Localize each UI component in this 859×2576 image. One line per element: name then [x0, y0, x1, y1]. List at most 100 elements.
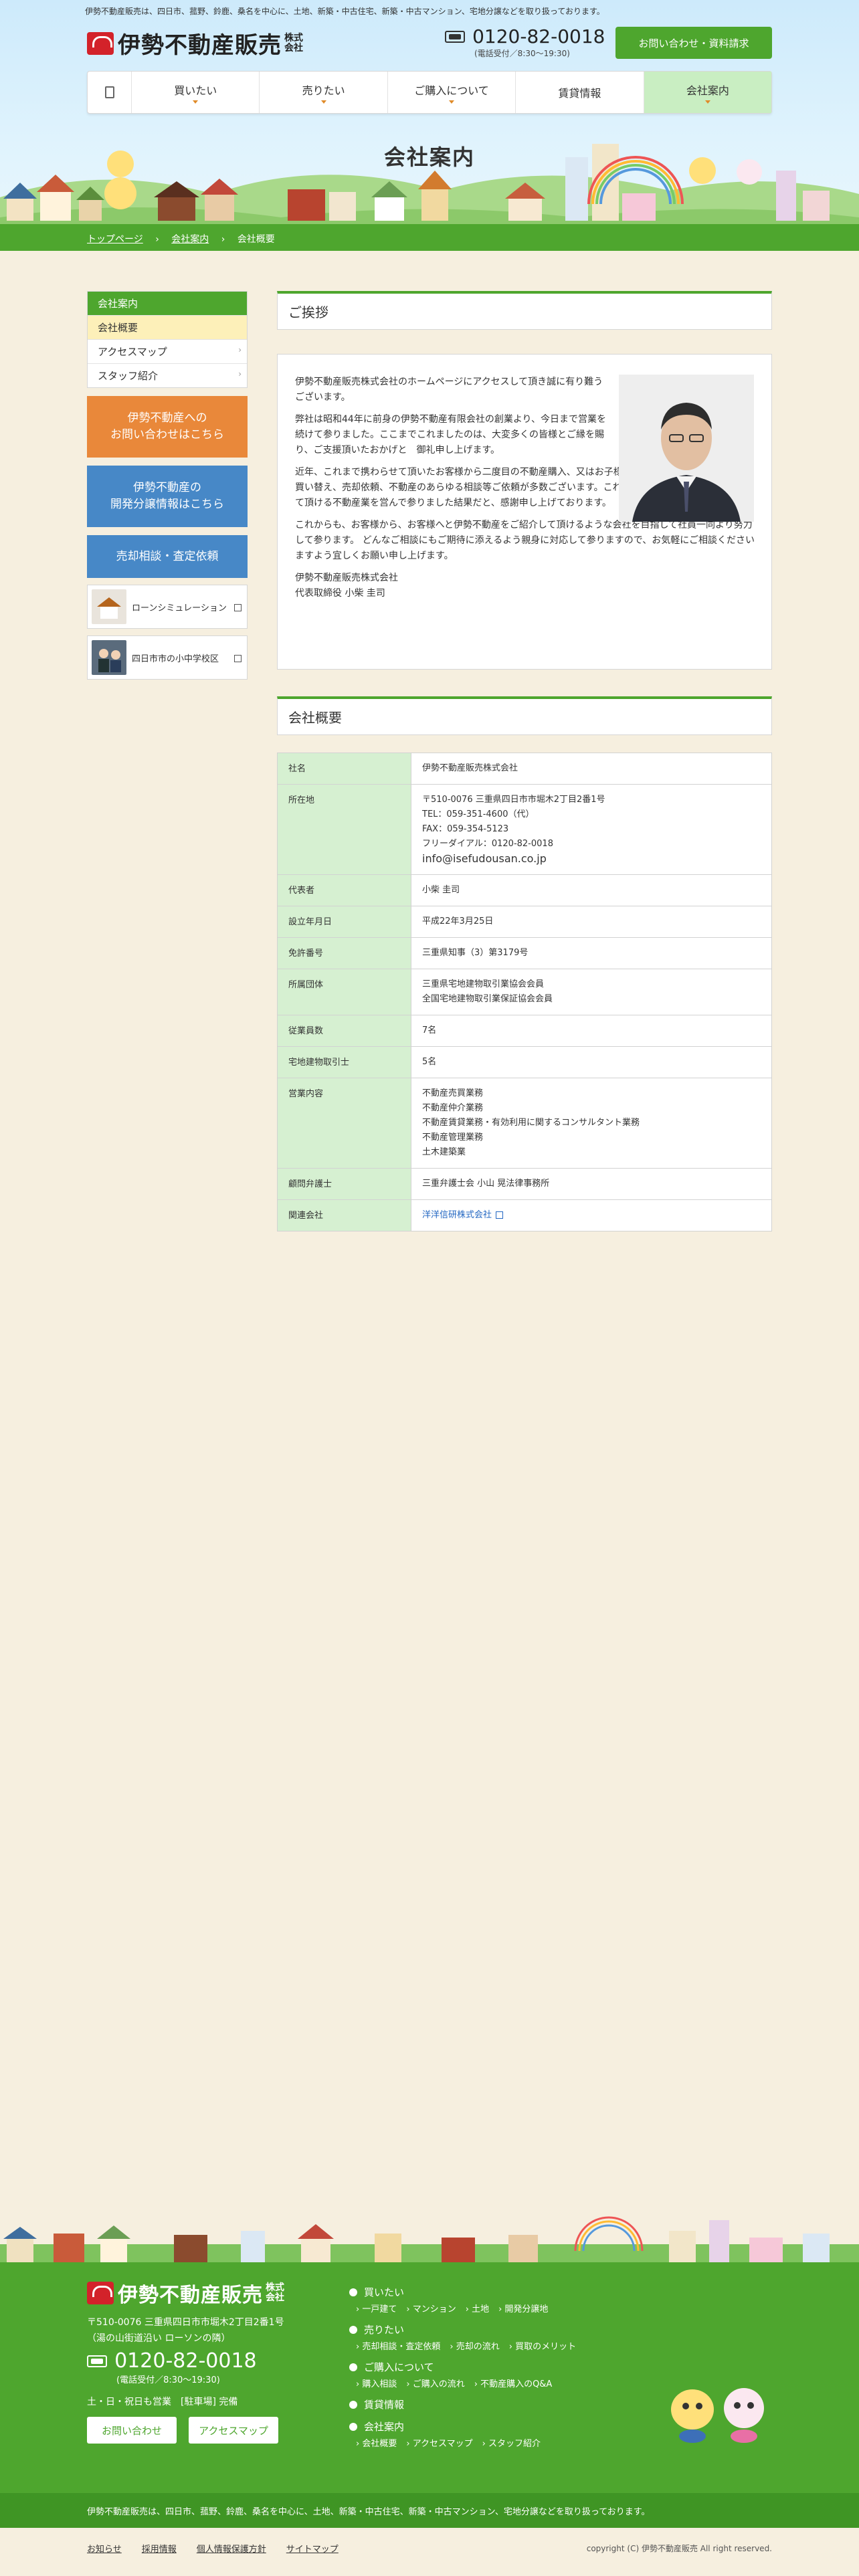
site-logo[interactable]: 伊勢不動産販売 株式会社	[87, 27, 304, 60]
copyright: copyright (C) 伊勢不動産販売 All right reserved…	[586, 2544, 772, 2553]
footer-nav-sub-link[interactable]: 会社概要	[356, 2436, 397, 2449]
footer-nav-head[interactable]: 売りたい	[349, 2322, 630, 2337]
footer-nav-sub-link[interactable]: 買取のメリット	[509, 2339, 576, 2352]
profile-value: 平成22年3月25日	[411, 906, 772, 938]
footer-nav-head[interactable]: 買いたい	[349, 2285, 630, 2299]
footer-access-button[interactable]: アクセスマップ	[189, 2417, 278, 2444]
tel-number: 0120-82-0018	[472, 25, 605, 47]
profile-value-line: 三重弁護士会 小山 晃法律事務所	[422, 1179, 550, 1189]
house-thumbnail-icon	[92, 589, 126, 624]
profile-value-line: フリーダイアル：0120-82-0018	[422, 839, 553, 849]
footer-logo-kabushiki: 株式会社	[266, 2282, 284, 2303]
breadcrumb-link-top[interactable]: トップページ	[87, 234, 143, 245]
profile-value-line: 不動産仲介業務	[422, 1103, 484, 1113]
footer-link-privacy[interactable]: 個人情報保護方針	[197, 2542, 266, 2555]
footer-nav-sub-link[interactable]: マンション	[406, 2302, 456, 2314]
profile-value-line: 小柴 圭司	[422, 885, 460, 895]
profile-row: 顧問弁護士 三重弁護士会 小山 晃法律事務所	[277, 1168, 772, 1200]
footer-nav-sub-link[interactable]: 不動産購入のQ&A	[474, 2377, 552, 2389]
profile-value: 不動産売買業務 不動産仲介業務不動産賃貸業務・有効利用に関するコンサルタント業務不…	[411, 1078, 772, 1169]
nav-sell[interactable]: 売りたい	[260, 72, 388, 113]
footer-address-line: 〒510-0076 三重県四日市市堀木2丁目2番1号	[87, 2317, 284, 2328]
profile-value-line: 不動産売買業務	[422, 1088, 484, 1098]
external-link-icon	[234, 655, 242, 662]
footer-contact-button[interactable]: お問い合わせ	[87, 2417, 177, 2444]
profile-label: 宅地建物取引士	[277, 1046, 411, 1078]
nav-buy[interactable]: 買いたい	[132, 72, 260, 113]
side-item-staff[interactable]: スタッフ紹介 ›	[88, 363, 247, 387]
nav-label: 賃貸情報	[558, 87, 601, 100]
related-company-link[interactable]: 洋洋信研株式会社	[422, 1210, 492, 1220]
profile-row: 従業員数 7名	[277, 1015, 772, 1047]
footer-nav-sub-link[interactable]: アクセスマップ	[406, 2436, 473, 2449]
president-photo	[619, 375, 754, 522]
side-item-access[interactable]: アクセスマップ ›	[88, 339, 247, 363]
profile-value: 三重県宅地建物取引業協会会員 全国宅地建物取引業保証協会会員	[411, 969, 772, 1015]
caret-down-icon	[449, 100, 455, 104]
nav-rental[interactable]: 賃貸情報	[516, 72, 644, 113]
profile-value: 三重県知事（3）第3179号	[411, 937, 772, 969]
site-header: 伊勢不動産販売は、四日市、菰野、鈴鹿、桑名を中心に、土地、新築・中古住宅、新築・…	[0, 0, 859, 251]
footer-bottom-bar: 伊勢不動産販売は、四日市、菰野、鈴鹿、桑名を中心に、土地、新築・中古住宅、新築・…	[0, 2493, 859, 2528]
footer-link-recruit[interactable]: 採用情報	[142, 2542, 177, 2555]
header-tel[interactable]: 0120-82-0018 (電話受付／8:30〜19:30)	[445, 25, 605, 59]
side-menu-head[interactable]: 会社案内	[88, 292, 247, 315]
nav-home[interactable]	[88, 72, 132, 113]
side-item-label: 会社概要	[98, 322, 138, 334]
banner-line: 伊勢不動産の	[133, 481, 201, 494]
footer-nav-sub-link[interactable]: ご購入の流れ	[406, 2377, 465, 2389]
caret-down-icon	[704, 100, 710, 104]
profile-value: 三重弁護士会 小山 晃法律事務所	[411, 1168, 772, 1200]
footer-nav-sub-link[interactable]: 一戸建て	[356, 2302, 397, 2314]
footer-nav-sub-link[interactable]: 売却の流れ	[450, 2339, 500, 2352]
footer-nav-head[interactable]: 賃貸情報	[349, 2397, 630, 2411]
profile-value-line: 不動産賃貸業務・有効利用に関するコンサルタント業務	[422, 1118, 640, 1128]
profile-row: 所在地 〒510-0076 三重県四日市市堀木2丁目2番1号 TEL：059-351…	[277, 784, 772, 875]
profile-label: 従業員数	[277, 1015, 411, 1047]
caret-down-icon	[193, 100, 199, 104]
footer-nav-sub-link[interactable]: 開発分譲地	[498, 2302, 548, 2314]
assessment-banner[interactable]: 売却相談・査定依頼	[87, 535, 248, 578]
site-footer: 伊勢不動産販売 株式会社 〒510-0076 三重県四日市市堀木2丁目2番1号 …	[0, 2262, 859, 2493]
profile-value-line: 不動産管理業務	[422, 1132, 484, 1143]
footer-nav-head-label: 買いたい	[364, 2286, 405, 2298]
footer-logo[interactable]: 伊勢不動産販売 株式会社	[87, 2278, 286, 2308]
footer-logo-text: 伊勢不動産販売	[118, 2284, 263, 2307]
footer-nav-sub-link[interactable]: 売却相談・査定依頼	[356, 2339, 440, 2352]
school-district-banner[interactable]: 四日市市の小中学校区	[87, 635, 248, 680]
footer-nav-sub-link[interactable]: スタッフ紹介	[482, 2436, 541, 2449]
profile-label: 免許番号	[277, 937, 411, 969]
side-item-overview[interactable]: 会社概要	[88, 315, 247, 339]
breadcrumb-link-company[interactable]: 会社案内	[171, 234, 209, 245]
development-banner[interactable]: 伊勢不動産の 開発分譲情報はこちら	[87, 466, 248, 527]
footer-tel-number: 0120-82-0018	[114, 2349, 257, 2373]
contact-banner[interactable]: 伊勢不動産への お問い合わせはこちら	[87, 396, 248, 458]
footer-address: 〒510-0076 三重県四日市市堀木2丁目2番1号 （湯の山街道沿い ローソン…	[87, 2314, 284, 2347]
side-item-label: アクセスマップ	[98, 346, 167, 358]
logo-text: 伊勢不動産販売	[118, 32, 282, 59]
profile-value-line: 平成22年3月25日	[422, 916, 494, 926]
footer-nav-sub-link[interactable]: 購入相談	[356, 2377, 397, 2389]
breadcrumb-current: 会社概要	[237, 234, 275, 245]
footer-nav-head-label: 会社案内	[364, 2421, 405, 2433]
footer-link-news[interactable]: お知らせ	[87, 2542, 122, 2555]
caret-down-icon	[320, 100, 326, 104]
footer-tel[interactable]: 0120-82-0018 (電話受付／8:30〜19:30)	[87, 2349, 257, 2385]
profile-row: 社名 伊勢不動産販売株式会社	[277, 753, 772, 785]
logo-mark-icon	[87, 31, 114, 55]
loan-simulation-banner[interactable]: ローンシミュレーション	[87, 585, 248, 629]
profile-email[interactable]: info@isefudousan.co.jp	[422, 852, 761, 866]
greeting-text: 伊勢不動産販売株式会社のホームページにアクセスして頂き誠に有り難うございます。 …	[295, 375, 755, 601]
nav-purchase[interactable]: ご購入について	[388, 72, 516, 113]
footer-link-sitemap[interactable]: サイトマップ	[286, 2542, 339, 2555]
footer-nav-sub-link[interactable]: 土地	[466, 2302, 489, 2314]
nav-label: 売りたい	[302, 84, 345, 97]
nav-label: ご購入について	[414, 84, 489, 97]
chevron-right-icon: ›	[238, 369, 242, 379]
contact-request-button[interactable]: お問い合わせ・資料請求	[615, 27, 772, 59]
footer-address-line: （湯の山街道沿い ローソンの隣）	[87, 2333, 231, 2344]
footer-nav-head[interactable]: 会社案内	[349, 2419, 630, 2434]
banner-line: 開発分譲情報はこちら	[110, 498, 224, 511]
nav-company[interactable]: 会社案内	[644, 72, 772, 113]
footer-nav-head[interactable]: ご購入について	[349, 2360, 630, 2374]
